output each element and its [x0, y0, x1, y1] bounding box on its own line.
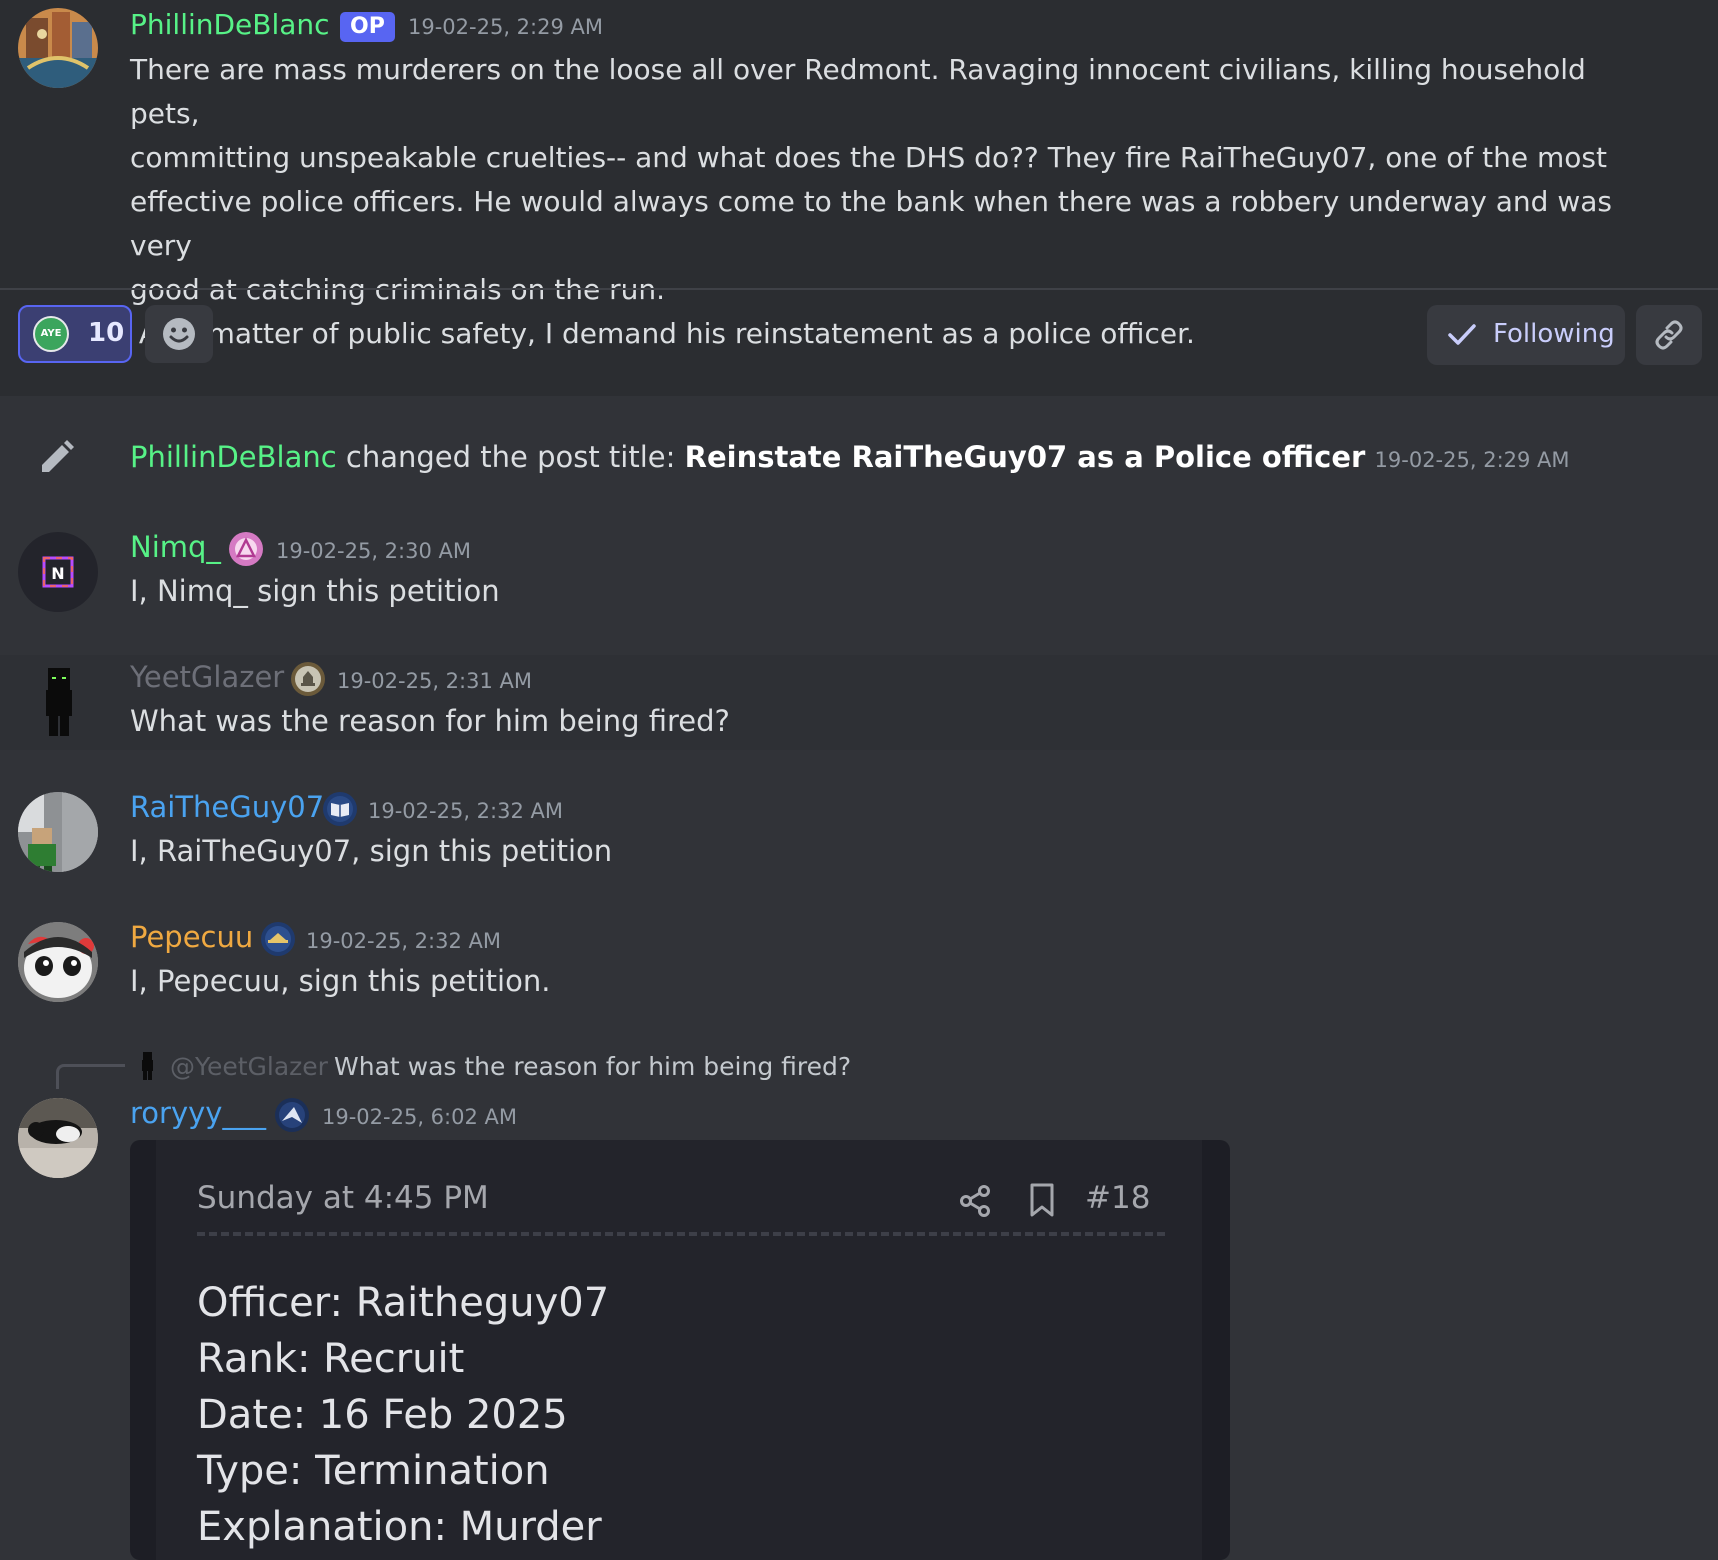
system-message: PhillinDeBlanc changed the post title: R…: [130, 440, 1570, 474]
following-button[interactable]: Following: [1427, 305, 1625, 365]
reply-connector: [56, 1064, 125, 1089]
username[interactable]: Pepecuu: [130, 920, 253, 954]
op-post: PhillinDeBlanc OP 19-02-25, 2:29 AM Ther…: [0, 0, 1718, 380]
embed-line: Explanation: Murder: [197, 1504, 602, 1550]
embed-line: Date: 16 Feb 2025: [197, 1392, 568, 1438]
avatar-raitheguy07[interactable]: [18, 792, 98, 872]
message-text: What was the reason for him being fired?: [130, 704, 730, 738]
op-body-line: committing unspeakable cruelties-- and w…: [130, 141, 1607, 174]
username[interactable]: Nimq_: [130, 530, 221, 564]
embed-divider: [197, 1232, 1165, 1236]
divider: [0, 288, 1718, 290]
role-badge-icon: [261, 922, 295, 956]
link-icon: [1655, 320, 1683, 350]
embed-post-number: #18: [1085, 1180, 1151, 1216]
reaction-count: 10: [88, 318, 125, 348]
embedded-card: Sunday at 4:45 PM #18 Officer: Raitheguy…: [156, 1140, 1202, 1560]
add-reaction-button[interactable]: [145, 305, 213, 363]
embed-line: Rank: Recruit: [197, 1336, 465, 1382]
op-body-line: good at catching criminals on the run.: [130, 273, 666, 306]
reply-avatar-icon: [142, 1052, 153, 1080]
username[interactable]: RaiTheGuy07: [130, 790, 324, 824]
op-body-line: As a matter of public safety, I demand h…: [130, 317, 1195, 350]
system-timestamp: 19-02-25, 2:29 AM: [1374, 448, 1570, 472]
embed-line: Type: Termination: [197, 1448, 550, 1494]
role-badge-icon: [229, 532, 263, 566]
op-body: There are mass murderers on the loose al…: [130, 48, 1630, 356]
embed-line: Officer: Raitheguy07: [197, 1280, 610, 1326]
embed-details: Officer: Raitheguy07 Rank: Recruit Date:…: [197, 1275, 609, 1555]
avatar-roryyy[interactable]: [18, 1098, 98, 1178]
new-post-title: Reinstate RaiTheGuy07 as a Police office…: [684, 440, 1366, 474]
avatar-pepecuu[interactable]: [18, 922, 98, 1002]
message-timestamp: 19-02-25, 2:30 AM: [276, 539, 471, 563]
reply-preview-text[interactable]: What was the reason for him being fired?: [334, 1052, 851, 1081]
message-text: I, Pepecuu, sign this petition.: [130, 964, 551, 998]
pencil-icon: [42, 440, 74, 472]
share-icon: [960, 1185, 990, 1217]
avatar-letter: N: [51, 564, 64, 583]
op-body-line: There are mass murderers on the loose al…: [130, 53, 1586, 130]
op-timestamp: 19-02-25, 2:29 AM: [408, 15, 603, 39]
checkmark-icon: [1448, 324, 1476, 345]
following-label: Following: [1493, 319, 1615, 349]
avatar-yeetglazer[interactable]: [18, 662, 98, 742]
image-attachment[interactable]: Sunday at 4:45 PM #18 Officer: Raitheguy…: [130, 1140, 1230, 1560]
username[interactable]: YeetGlazer: [130, 660, 284, 694]
role-badge-icon: [323, 792, 357, 826]
op-author[interactable]: PhillinDeBlanc: [130, 8, 330, 41]
reply-mention[interactable]: @YeetGlazer: [170, 1052, 328, 1081]
smile-icon: [163, 318, 195, 350]
username[interactable]: roryyy___: [130, 1096, 266, 1130]
op-avatar[interactable]: [18, 8, 98, 88]
aye-reaction-button[interactable]: AYE 10: [18, 305, 132, 363]
avatar-nimq[interactable]: N: [18, 532, 98, 612]
role-badge-icon: [291, 662, 325, 696]
role-badge-icon: [275, 1098, 309, 1132]
message-text: I, RaiTheGuy07, sign this petition: [130, 834, 613, 868]
embed-date: Sunday at 4:45 PM: [197, 1180, 489, 1216]
system-author[interactable]: PhillinDeBlanc: [130, 440, 337, 474]
message-timestamp: 19-02-25, 2:32 AM: [368, 799, 563, 823]
system-action: changed the post title:: [336, 440, 685, 474]
message-text: I, Nimq_ sign this petition: [130, 574, 500, 608]
message-timestamp: 19-02-25, 2:31 AM: [337, 669, 532, 693]
message-timestamp: 19-02-25, 6:02 AM: [322, 1105, 517, 1129]
separator: [0, 380, 1718, 396]
op-badge: OP: [340, 12, 395, 42]
op-body-line: effective police officers. He would alwa…: [130, 185, 1612, 262]
copy-link-button[interactable]: [1636, 305, 1702, 365]
bookmark-icon: [1030, 1183, 1054, 1217]
message-timestamp: 19-02-25, 2:32 AM: [306, 929, 501, 953]
aye-icon: AYE: [33, 316, 69, 352]
